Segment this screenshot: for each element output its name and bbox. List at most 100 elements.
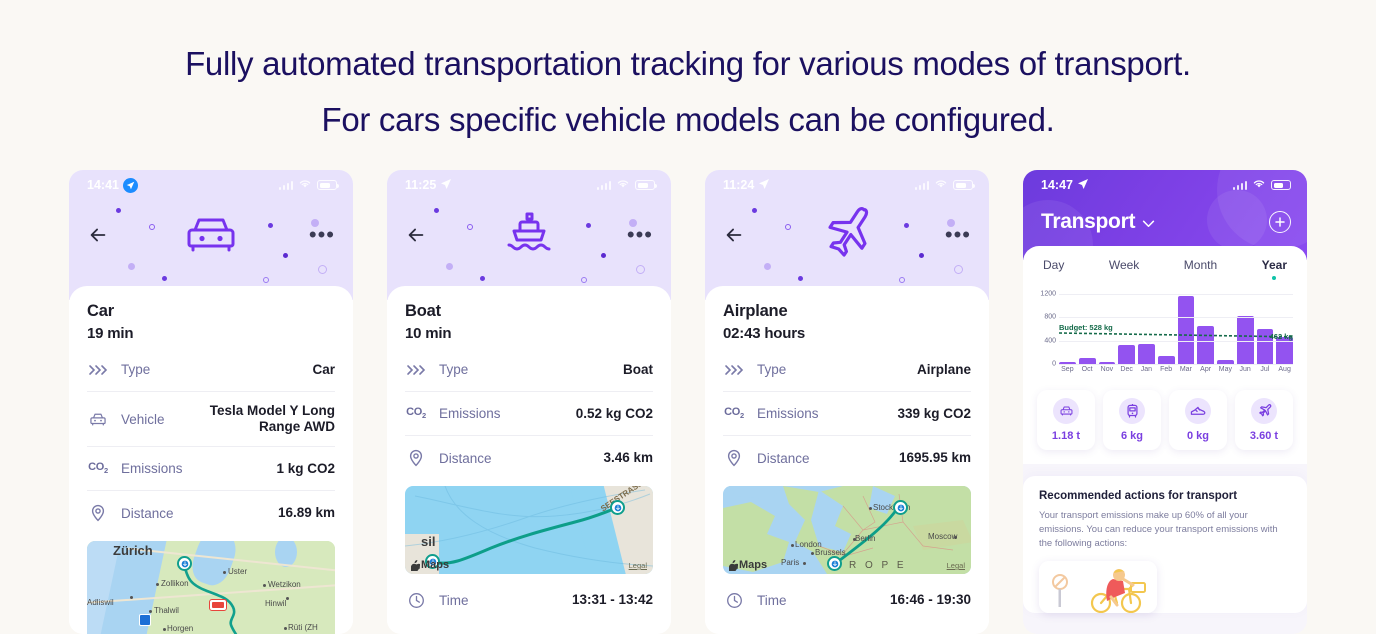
mode-stat-tiles: 1.18 t 6 kg 0 kg 3.60 t	[1037, 390, 1293, 450]
detail-value: 13:31 - 13:42	[571, 592, 653, 607]
cellular-signal-icon	[1232, 180, 1247, 190]
detail-row-time: Time 13:31 - 13:42	[405, 578, 653, 622]
active-tab-indicator	[1272, 276, 1277, 280]
page-root: Fully automated transportation tracking …	[0, 0, 1376, 634]
detail-label: Vehicle	[121, 411, 165, 427]
boat-icon	[503, 211, 555, 259]
route-map-boat[interactable]: SEESTRASSE sil Maps Legal	[405, 486, 653, 574]
chart-y-axis: 1200 800 400 0	[1037, 290, 1059, 367]
stat-tile-walk[interactable]: 0 kg	[1169, 390, 1227, 450]
detail-label: Distance	[439, 450, 492, 466]
map-place-label: Paris	[781, 558, 800, 567]
back-arrow-icon[interactable]	[87, 224, 109, 246]
stat-value: 1.18 t	[1051, 430, 1081, 442]
chart-x-tick: Jun	[1239, 366, 1251, 373]
detail-label: Emissions	[121, 461, 183, 476]
maps-attribution: Maps	[729, 559, 767, 571]
route-map-airplane[interactable]: Stockholm Moscow Berlin London Brussels …	[723, 486, 971, 574]
chart-x-tick: Mar	[1179, 366, 1192, 373]
recommendation-card[interactable]	[1039, 561, 1157, 613]
period-tabs: Day Week Month Year	[1037, 258, 1293, 280]
map-legal-link[interactable]: Legal	[629, 561, 647, 570]
detail-value: 0.52 kg CO2	[575, 405, 653, 421]
map-pin-icon	[723, 449, 745, 467]
more-options-icon[interactable]: •••	[309, 224, 335, 246]
route-map-car[interactable]: Zürich Zollikon Uster Wetzikon Adliswil …	[87, 541, 335, 634]
recommendations-body: Your transport emissions make up 60% of …	[1039, 510, 1278, 549]
boat-detail-sheet: Boat 10 min Type Boat CO2 Emissions 0.52…	[387, 286, 671, 634]
detail-row-emissions: CO2 Emissions 1 kg CO2	[87, 447, 335, 491]
map-place-label: Uster	[228, 567, 248, 576]
detail-row-distance: Distance 16.89 km	[87, 491, 335, 535]
map-place-label: Adliswil	[87, 598, 114, 607]
status-bar-dashboard: 14:47	[1023, 170, 1307, 200]
dashboard-title-button[interactable]: Transport	[1041, 210, 1155, 234]
map-start-pin	[893, 500, 908, 515]
car-icon	[87, 412, 109, 427]
car-hero: 14:41 •••	[69, 170, 353, 300]
map-legal-link[interactable]: Legal	[947, 561, 965, 570]
detail-value: Boat	[623, 361, 653, 377]
map-place-label: Zürich	[113, 543, 153, 558]
stat-tile-airplane[interactable]: 3.60 t	[1235, 390, 1293, 450]
trip-title: Boat	[405, 302, 441, 320]
recommendations-title: Recommended actions for transport	[1039, 490, 1238, 502]
detail-value: 339 kg CO2	[897, 405, 971, 421]
detail-label: Distance	[121, 505, 174, 521]
detail-value: 3.46 km	[603, 450, 653, 465]
map-pin-icon	[87, 504, 109, 522]
tab-week[interactable]: Week	[1109, 258, 1139, 280]
location-arrow-icon	[1077, 178, 1089, 193]
detail-row-type: Type Boat	[405, 348, 653, 392]
tab-month[interactable]: Month	[1184, 258, 1217, 280]
detail-row-time: Time 16:46 - 19:30	[723, 578, 971, 622]
map-start-pin	[177, 556, 192, 571]
detail-label: Emissions	[757, 406, 819, 421]
co2-icon: CO2	[406, 406, 426, 421]
chart-gridline	[1059, 317, 1293, 319]
detail-value: 1695.95 km	[898, 450, 971, 465]
map-place-label: Zollikon	[161, 579, 189, 588]
chart-current-label: 462 kg	[1269, 331, 1293, 341]
chart-x-tick: Apr	[1200, 366, 1212, 373]
chart-x-tick: Oct	[1081, 366, 1093, 373]
clock-icon	[405, 592, 427, 609]
car-detail-sheet: Car 19 min Type Car Vehicle Tesla Model …	[69, 286, 353, 634]
plus-circle-icon[interactable]	[1269, 211, 1291, 233]
chart-x-tick: Sep	[1061, 366, 1074, 373]
map-end-pin	[610, 500, 625, 515]
detail-label: Time	[757, 592, 787, 608]
chart-gridline	[1059, 340, 1293, 342]
stat-tile-car[interactable]: 1.18 t	[1037, 390, 1095, 450]
tram-icon	[1119, 398, 1145, 424]
detail-row-vehicle: Vehicle Tesla Model Y Long Range AWD	[87, 392, 335, 447]
chart-x-tick: Feb	[1160, 366, 1173, 373]
trip-duration: 19 min	[87, 325, 134, 342]
chevrons-icon	[405, 364, 427, 376]
more-options-icon[interactable]: •••	[627, 224, 653, 246]
detail-row-emissions: CO2 Emissions 339 kg CO2	[723, 392, 971, 436]
maps-attribution: Maps	[411, 559, 449, 571]
stat-value: 3.60 t	[1249, 430, 1279, 442]
tab-year[interactable]: Year	[1262, 258, 1287, 280]
back-arrow-icon[interactable]	[405, 224, 427, 246]
back-arrow-icon[interactable]	[723, 224, 745, 246]
tab-day[interactable]: Day	[1043, 258, 1064, 280]
chart-y-tick: 1200	[1040, 290, 1056, 298]
chart-y-tick: 400	[1044, 337, 1056, 344]
trip-title: Car	[87, 302, 114, 320]
airplane-detail-sheet: Airplane 02:43 hours Type Airplane CO2 E…	[705, 286, 989, 634]
map-pin-icon	[405, 449, 427, 467]
stat-value: 0 kg	[1186, 430, 1209, 442]
detail-label: Type	[757, 362, 787, 377]
more-options-icon[interactable]: •••	[945, 224, 971, 246]
car-icon	[1053, 398, 1079, 424]
battery-icon	[1271, 180, 1291, 190]
detail-value: 1 kg CO2	[276, 460, 335, 476]
stat-tile-tram[interactable]: 6 kg	[1103, 390, 1161, 450]
stat-value: 6 kg	[1120, 430, 1143, 442]
detail-label: Type	[121, 362, 151, 377]
status-time: 14:47	[1041, 178, 1073, 192]
chart-y-tick: 800	[1044, 313, 1056, 321]
detail-value: 16:46 - 19:30	[889, 592, 971, 607]
